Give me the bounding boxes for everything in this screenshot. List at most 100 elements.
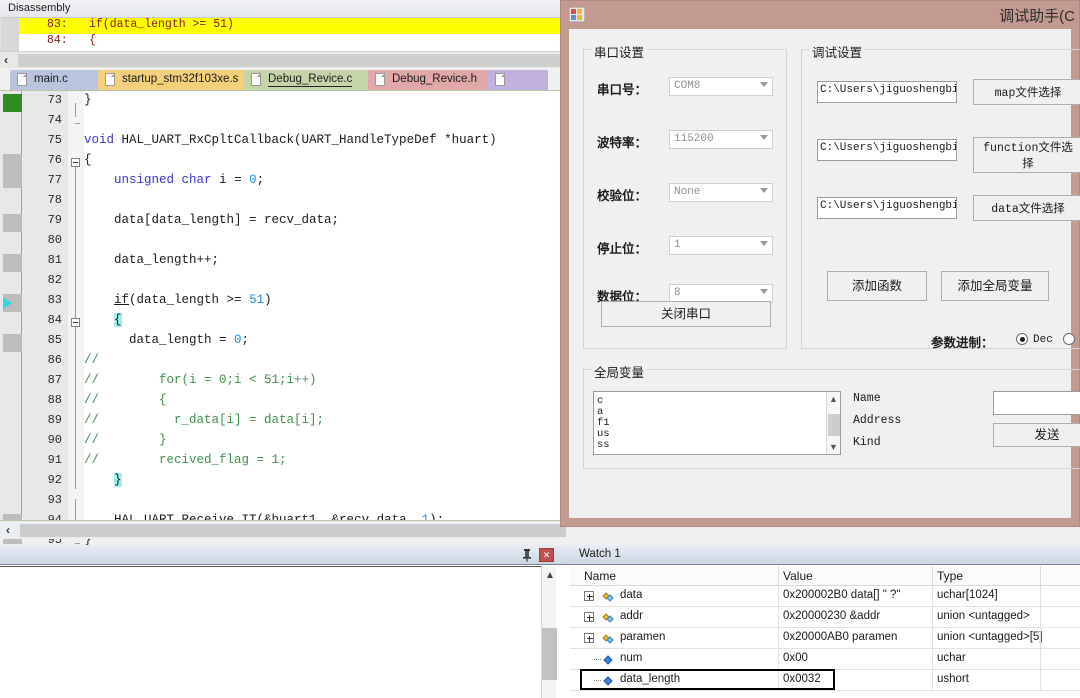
- scroll-up-icon[interactable]: ▲: [829, 394, 838, 404]
- watch-row-type[interactable]: ushort: [937, 673, 969, 685]
- editor-tab-startup-stm32f103xe-s[interactable]: startup_stm32f103xe.s: [98, 70, 248, 90]
- debug-file-select-button[interactable]: map文件选择: [973, 79, 1080, 105]
- expand-icon[interactable]: [584, 591, 594, 601]
- close-port-button[interactable]: 关闭串口: [601, 301, 771, 327]
- column-divider[interactable]: [778, 566, 779, 586]
- scroll-up-icon[interactable]: ▲: [545, 570, 555, 581]
- listbox-scrollbar[interactable]: ▲ ▼: [826, 392, 840, 454]
- serial-field-combo[interactable]: 115200: [669, 130, 773, 149]
- disassembly-body[interactable]: 83:if(data_length >= 51) 84:{: [0, 18, 570, 51]
- fold-toggle-icon[interactable]: [71, 158, 80, 167]
- bottom-left-panel-body[interactable]: [0, 566, 556, 698]
- editor-gutter-marker[interactable]: [3, 154, 22, 188]
- serial-field-combo[interactable]: None: [669, 183, 773, 202]
- watch-row-name[interactable]: num: [620, 652, 642, 664]
- watch-row[interactable]: num 0x00 uchar: [570, 649, 1080, 670]
- add-global-variable-button[interactable]: 添加全局变量: [941, 271, 1049, 301]
- editor-code-line[interactable]: // {: [84, 393, 167, 413]
- debug-file-select-button[interactable]: data文件选择: [973, 195, 1080, 221]
- watch-column-header[interactable]: Type: [937, 569, 963, 583]
- watch-row-type[interactable]: uchar: [937, 652, 966, 664]
- editor-hscrollbar[interactable]: ‹: [0, 520, 570, 539]
- editor-breakpoint-gutter[interactable]: [0, 91, 22, 521]
- editor-gutter-marker[interactable]: [3, 254, 22, 272]
- watch-row-name[interactable]: paramen: [620, 631, 665, 643]
- editor-code-line[interactable]: //: [84, 353, 99, 373]
- editor-code-line[interactable]: data[data_length] = recv_data;: [84, 213, 339, 233]
- expand-icon[interactable]: [584, 612, 594, 622]
- radio-hex[interactable]: [1063, 333, 1075, 345]
- editor-code-line[interactable]: data_length++;: [84, 253, 219, 273]
- editor-code-line[interactable]: {: [84, 313, 122, 333]
- close-icon[interactable]: ✕: [539, 548, 554, 562]
- watch-row[interactable]: data_length0x0032ushort: [570, 670, 1080, 691]
- editor-code-line[interactable]: // }: [84, 433, 167, 453]
- watch-row-type[interactable]: union <untagged>: [937, 610, 1030, 622]
- debug-file-path-input[interactable]: C:\Users\jiguoshengbigeng': [817, 81, 957, 103]
- column-divider[interactable]: [932, 566, 933, 586]
- chevron-down-icon[interactable]: [760, 289, 768, 294]
- scrollbar-thumb[interactable]: [542, 628, 557, 680]
- editor-code-line[interactable]: }: [84, 93, 92, 113]
- editor-code-line[interactable]: {: [84, 153, 92, 173]
- global-variable-listbox[interactable]: caf1usss ▲ ▼: [593, 391, 841, 455]
- editor-tab-debug-revice-c[interactable]: Debug_Revice.c: [244, 70, 372, 90]
- watch-column-header[interactable]: Value: [783, 569, 813, 583]
- radio-dec[interactable]: [1016, 333, 1028, 345]
- chevron-down-icon[interactable]: [760, 82, 768, 87]
- debug-file-select-button[interactable]: function文件选 择: [973, 137, 1080, 173]
- watch-row[interactable]: addr 0x20000230 &addr union <untagged>: [570, 607, 1080, 628]
- watch-row[interactable]: data 0x200002B0 data[] " ?" uchar[1024]: [570, 586, 1080, 607]
- watch-row-name[interactable]: addr: [620, 610, 643, 622]
- disassembly-hscrollbar[interactable]: ‹: [0, 51, 570, 68]
- scrollbar-thumb[interactable]: [828, 414, 840, 436]
- editor-code-line[interactable]: // r_data[i] = data[i];: [84, 413, 324, 433]
- watch-row-name[interactable]: data: [620, 589, 642, 601]
- scroll-left-icon[interactable]: ‹: [6, 523, 10, 537]
- editor-code-area[interactable]: } void HAL_UART_RxCpltCallback(UART_Handl…: [84, 91, 570, 521]
- editor-tab-debug-revice-h[interactable]: Debug_Revice.h: [368, 70, 492, 90]
- chevron-down-icon[interactable]: [760, 188, 768, 193]
- debug-file-path-input[interactable]: C:\Users\jiguoshengbigeng: [817, 139, 957, 161]
- serial-field-combo[interactable]: 1: [669, 236, 773, 255]
- watch-row-type[interactable]: union <untagged>[5]: [937, 631, 1043, 643]
- editor-tab-more[interactable]: [488, 70, 548, 90]
- editor-gutter-marker[interactable]: [3, 214, 22, 232]
- watch-row-value[interactable]: 0x00: [783, 652, 808, 664]
- editor-tab-main-c[interactable]: main.c: [10, 70, 102, 90]
- editor-gutter-marker[interactable]: [3, 334, 22, 352]
- editor-hscroll-track[interactable]: [20, 524, 566, 537]
- add-function-button[interactable]: 添加函数: [827, 271, 927, 301]
- chevron-down-icon[interactable]: [760, 241, 768, 246]
- fold-toggle-icon[interactable]: [71, 318, 80, 327]
- editor-code-line[interactable]: // for(i = 0;i < 51;i++): [84, 373, 317, 393]
- send-button[interactable]: 发送: [993, 423, 1080, 447]
- editor-code-line[interactable]: }: [84, 473, 122, 493]
- editor-code-line[interactable]: // recived_flag = 1;: [84, 453, 287, 473]
- watch-column-header[interactable]: Name: [584, 569, 616, 583]
- chevron-down-icon[interactable]: [760, 135, 768, 140]
- disassembly-hscroll-track[interactable]: [18, 54, 566, 67]
- code-editor[interactable]: 7374757677787980818283848586878889909192…: [0, 90, 570, 520]
- watch-row-value[interactable]: 0x20000230 &addr: [783, 610, 880, 622]
- editor-code-line[interactable]: data_length = 0;: [84, 333, 249, 353]
- send-data-input[interactable]: [993, 391, 1080, 415]
- watch-row-type[interactable]: uchar[1024]: [937, 589, 998, 601]
- watch-row[interactable]: paramen0x20000AB0 paramenunion <untagged…: [570, 628, 1080, 649]
- global-variable-item[interactable]: ss: [597, 439, 610, 451]
- expand-icon[interactable]: [584, 633, 594, 643]
- pin-icon[interactable]: [520, 548, 534, 562]
- editor-fold-margin[interactable]: [68, 91, 84, 521]
- scroll-down-icon[interactable]: ▼: [829, 442, 838, 452]
- debug-file-path-input[interactable]: C:\Users\jiguoshengbigeng': [817, 197, 957, 219]
- editor-code-line[interactable]: unsigned char i = 0;: [84, 173, 264, 193]
- dialog-titlebar[interactable]: 调试助手(C: [561, 1, 1079, 29]
- editor-code-line[interactable]: void HAL_UART_RxCpltCallback(UART_Handle…: [84, 133, 497, 153]
- column-divider[interactable]: [1040, 566, 1041, 586]
- bottom-left-panel-scrollbar[interactable]: ▲: [541, 566, 556, 698]
- editor-gutter-marker[interactable]: [3, 94, 22, 112]
- editor-code-line[interactable]: if(data_length >= 51): [84, 293, 272, 313]
- serial-field-combo[interactable]: COM8: [669, 77, 773, 96]
- watch-row-value[interactable]: 0x200002B0 data[] " ?": [783, 589, 901, 601]
- scroll-left-icon[interactable]: ‹: [4, 53, 8, 67]
